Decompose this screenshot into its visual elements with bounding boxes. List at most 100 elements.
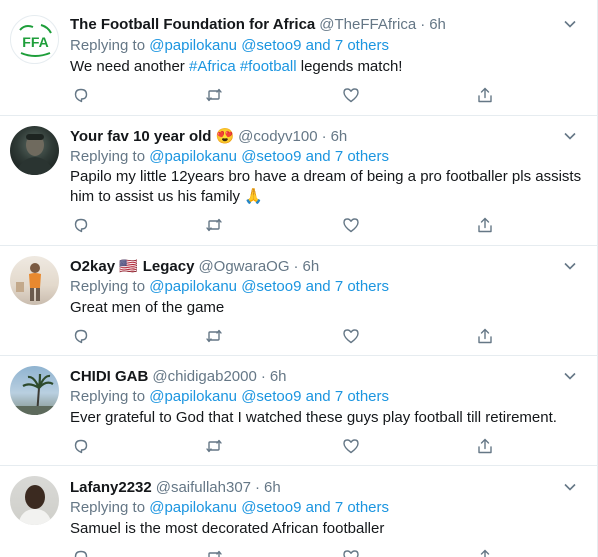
share-button[interactable] <box>476 86 496 106</box>
display-name[interactable]: O2kay <box>70 258 115 275</box>
chevron-down-icon[interactable] <box>563 129 577 143</box>
like-button[interactable] <box>342 216 362 236</box>
user-handle[interactable]: @OgwaraOG <box>198 258 289 275</box>
display-name-suffix[interactable]: Legacy <box>143 258 195 275</box>
chevron-down-icon[interactable] <box>563 480 577 494</box>
user-handle[interactable]: @saifullah307 <box>156 479 251 496</box>
mention-link[interactable]: @setoo9 <box>241 278 301 295</box>
reply-button[interactable] <box>72 327 92 347</box>
separator-dot: · <box>260 367 266 385</box>
reply-button[interactable] <box>72 86 92 106</box>
display-name[interactable]: Your fav 10 year old <box>70 128 211 145</box>
share-button[interactable] <box>476 437 496 457</box>
mention-link[interactable]: @setoo9 <box>241 499 301 516</box>
chevron-down-icon[interactable] <box>563 259 577 273</box>
replying-to-label: Replying to <box>70 499 146 516</box>
tweet[interactable]: CHIDI GAB @chidigab2000 · 6h Replying to… <box>0 356 597 466</box>
tweet-text: Great men of the game <box>70 299 225 316</box>
mention-link[interactable]: @papilokanu <box>149 388 237 405</box>
replying-to: Replying to @papilokanu @setoo9 and 7 ot… <box>70 499 389 516</box>
retweet-button[interactable] <box>205 437 225 457</box>
retweet-button[interactable] <box>205 86 225 106</box>
avatar[interactable] <box>10 256 59 305</box>
like-button[interactable] <box>342 437 362 457</box>
reply-icon <box>74 550 88 557</box>
retweet-button[interactable] <box>205 327 225 347</box>
others-link[interactable]: and 7 others <box>306 37 389 54</box>
share-icon <box>478 217 492 233</box>
avatar[interactable] <box>10 126 59 175</box>
like-button[interactable] <box>342 548 362 557</box>
mention-link[interactable]: @setoo9 <box>241 37 301 54</box>
tweet[interactable]: Your fav 10 year old 😍 @codyv100 · 6h Re… <box>0 116 597 246</box>
mention-link[interactable]: @papilokanu <box>149 278 237 295</box>
avatar[interactable] <box>10 366 59 415</box>
reply-icon <box>74 329 88 344</box>
share-button[interactable] <box>476 216 496 236</box>
timestamp[interactable]: 6h <box>429 16 446 33</box>
display-name[interactable]: The Football Foundation for Africa <box>70 16 315 33</box>
tweet[interactable]: FFA The Football Foundation for Africa @… <box>0 0 597 116</box>
separator-dot: · <box>321 127 327 145</box>
replying-to: Replying to @papilokanu @setoo9 and 7 ot… <box>70 148 389 165</box>
share-icon <box>478 87 492 103</box>
mention-link[interactable]: @papilokanu <box>149 148 237 165</box>
replying-to: Replying to @papilokanu @setoo9 and 7 ot… <box>70 278 389 295</box>
display-name[interactable]: Lafany2232 <box>70 479 152 496</box>
share-icon <box>480 549 490 557</box>
ffa-logo: FFA <box>19 24 52 57</box>
share-button[interactable] <box>476 327 496 347</box>
avatar[interactable] <box>10 476 59 525</box>
tweet-actions <box>70 327 500 347</box>
tweet-actions <box>70 86 500 106</box>
hashtag-link[interactable]: #Africa <box>189 58 236 75</box>
retweet-icon <box>206 218 222 232</box>
mention-link[interactable]: @papilokanu <box>149 37 237 54</box>
replying-to: Replying to @papilokanu @setoo9 and 7 ot… <box>70 37 389 54</box>
reply-button[interactable] <box>72 216 92 236</box>
like-icon <box>343 218 359 233</box>
hashtag-link[interactable]: #football <box>240 58 297 75</box>
chevron-down-icon[interactable] <box>563 369 577 383</box>
retweet-button[interactable] <box>205 216 225 236</box>
avatar-photo <box>16 263 41 301</box>
mention-link[interactable]: @papilokanu <box>149 499 237 516</box>
replying-to-label: Replying to <box>70 278 146 295</box>
user-handle[interactable]: @chidigab2000 <box>152 368 256 385</box>
timestamp[interactable]: 6h <box>303 258 320 275</box>
timestamp[interactable]: 6h <box>331 128 348 145</box>
tweet-actions <box>70 216 500 236</box>
chevron-down-icon[interactable] <box>563 17 577 31</box>
retweet-button[interactable] <box>205 548 225 557</box>
tweet-header: O2kay 🇺🇸 Legacy @OgwaraOG · 6h <box>70 255 319 277</box>
like-button[interactable] <box>342 86 362 106</box>
avatar-photo <box>18 485 52 525</box>
others-link[interactable]: and 7 others <box>306 148 389 165</box>
tweet[interactable]: Lafany2232 @saifullah307 · 6h Replying t… <box>0 466 597 557</box>
mention-link[interactable]: @setoo9 <box>241 388 301 405</box>
others-link[interactable]: and 7 others <box>306 278 389 295</box>
display-name[interactable]: CHIDI GAB <box>70 368 148 385</box>
avatar[interactable]: FFA <box>10 15 59 64</box>
reply-button[interactable] <box>72 437 92 457</box>
reply-button[interactable] <box>72 548 92 557</box>
like-icon <box>343 329 359 344</box>
tweet-actions <box>70 437 500 457</box>
us-flag-emoji: 🇺🇸 <box>119 258 138 275</box>
others-link[interactable]: and 7 others <box>306 388 389 405</box>
replying-to-label: Replying to <box>70 148 146 165</box>
tweet[interactable]: O2kay 🇺🇸 Legacy @OgwaraOG · 6h Replying … <box>0 246 597 356</box>
user-handle[interactable]: @TheFFAfrica <box>319 16 416 33</box>
timestamp[interactable]: 6h <box>270 368 287 385</box>
replying-to-label: Replying to <box>70 37 146 54</box>
like-button[interactable] <box>342 327 362 347</box>
retweet-icon <box>206 88 222 102</box>
reply-feed: FFA The Football Foundation for Africa @… <box>0 0 598 557</box>
others-link[interactable]: and 7 others <box>306 499 389 516</box>
mention-link[interactable]: @setoo9 <box>241 148 301 165</box>
tweet-header: The Football Foundation for Africa @TheF… <box>70 13 446 35</box>
share-button[interactable] <box>476 548 496 557</box>
timestamp[interactable]: 6h <box>264 479 281 496</box>
share-icon <box>478 328 492 344</box>
user-handle[interactable]: @codyv100 <box>238 128 317 145</box>
